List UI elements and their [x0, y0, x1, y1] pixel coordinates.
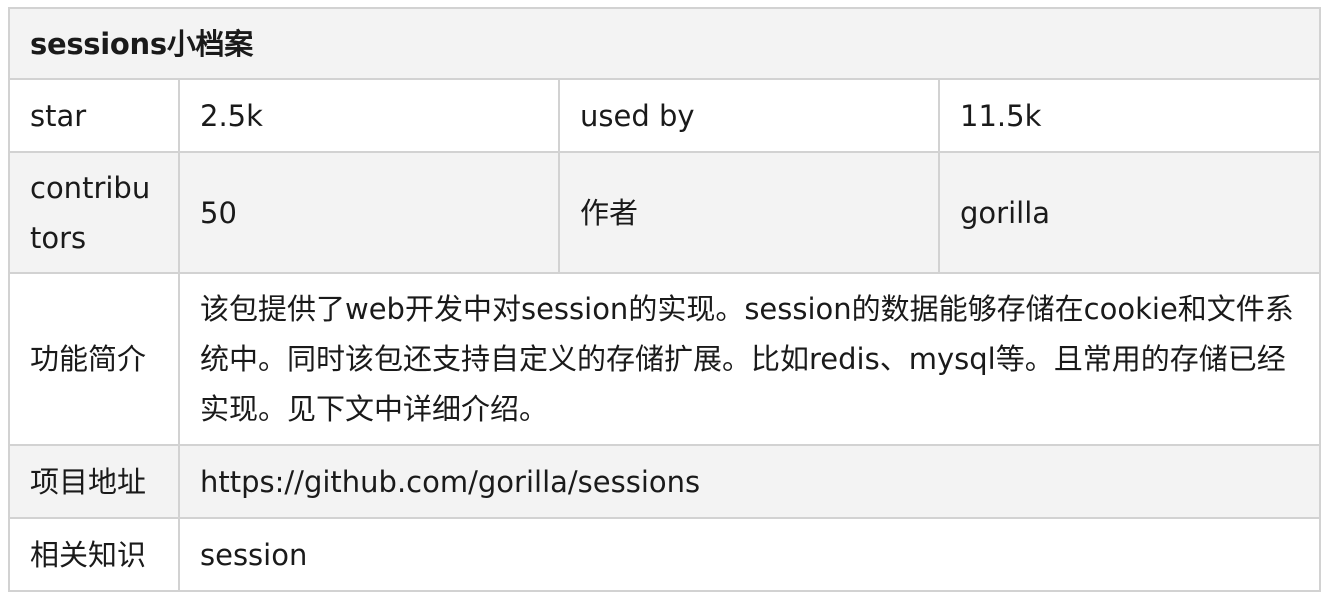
description-label: 功能简介	[8, 272, 180, 446]
star-label: star	[8, 78, 180, 153]
table-row: star 2.5k used by 11.5k	[8, 78, 1321, 153]
table-row: contributors 50 作者 gorilla	[8, 151, 1321, 274]
star-value: 2.5k	[178, 78, 560, 153]
contributors-label: contributors	[8, 151, 180, 274]
table-row: 项目地址 https://github.com/gorilla/sessions	[8, 444, 1321, 519]
url-value[interactable]: https://github.com/gorilla/sessions	[178, 444, 1321, 519]
author-label: 作者	[558, 151, 940, 274]
description-value: 该包提供了web开发中对session的实现。session的数据能够存储在co…	[178, 272, 1321, 446]
table-title: sessions小档案	[8, 7, 1321, 80]
table-row: 相关知识 session	[8, 517, 1321, 592]
knowledge-label: 相关知识	[8, 517, 180, 592]
contributors-value: 50	[178, 151, 560, 274]
url-label: 项目地址	[8, 444, 180, 519]
used-by-value: 11.5k	[938, 78, 1321, 153]
table-row: 功能简介 该包提供了web开发中对session的实现。session的数据能够…	[8, 272, 1321, 446]
table-title-row: sessions小档案	[8, 7, 1321, 80]
used-by-label: used by	[558, 78, 940, 153]
sessions-profile-table: sessions小档案 star 2.5k used by 11.5k cont…	[8, 7, 1321, 592]
author-value: gorilla	[938, 151, 1321, 274]
knowledge-value: session	[178, 517, 1321, 592]
